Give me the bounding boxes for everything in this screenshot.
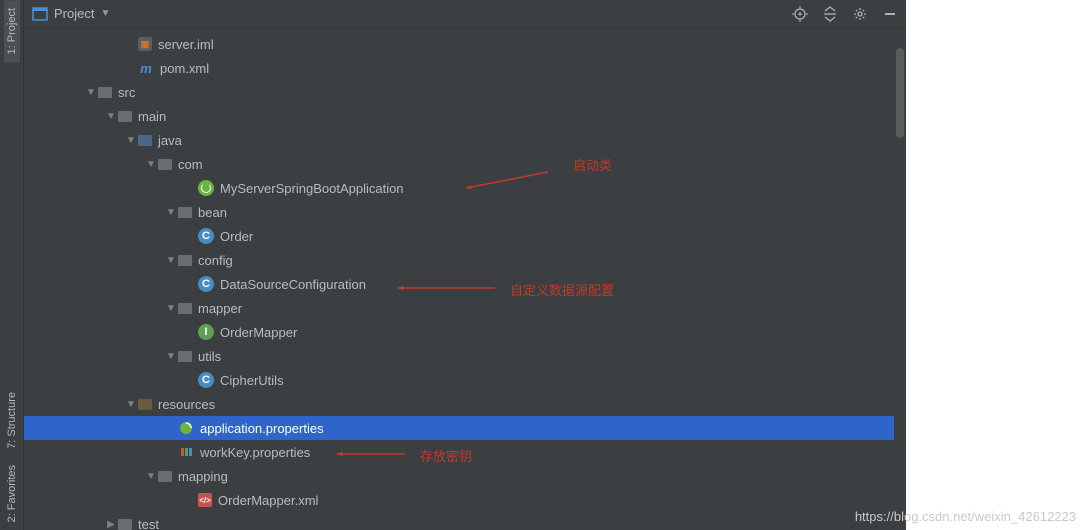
collapse-arrow-icon[interactable]: ▼ xyxy=(164,207,178,218)
tree-node-label: bean xyxy=(198,205,227,220)
sidebar-tab-structure[interactable]: 7: Structure xyxy=(4,384,20,457)
project-view-selector[interactable]: Project ▼ xyxy=(32,6,110,22)
sidebar-tab-label: 1: Project xyxy=(6,8,18,54)
tree-node-label: mapping xyxy=(178,469,228,484)
folder-icon xyxy=(158,159,172,170)
class-icon: C xyxy=(198,276,214,292)
watermark: https://blog.csdn.net/weixin_42612223 xyxy=(855,509,1076,524)
folder-icon xyxy=(118,519,132,530)
sidebar-tab-label: 7: Structure xyxy=(6,392,18,449)
tree-row[interactable]: ▼ main xyxy=(24,104,906,128)
tree-node-label: java xyxy=(158,133,182,148)
project-tree[interactable]: ▦server.imlmpom.xml▼src▼main▼java▼comMyS… xyxy=(24,28,906,530)
folder-icon xyxy=(178,303,192,314)
tree-node-label: OrderMapper xyxy=(220,325,297,340)
collapse-arrow-icon[interactable]: ▼ xyxy=(124,399,138,410)
tree-row[interactable]: C Order xyxy=(24,224,906,248)
folder-icon xyxy=(118,111,132,122)
sidebar-tab-project[interactable]: 1: Project xyxy=(4,0,20,62)
collapse-arrow-icon[interactable]: ▼ xyxy=(164,255,178,266)
scrollbar-thumb[interactable] xyxy=(896,48,904,138)
tree-node-label: CipherUtils xyxy=(220,373,284,388)
tree-row[interactable]: C CipherUtils xyxy=(24,368,906,392)
folder-icon xyxy=(98,87,112,98)
project-panel: Project ▼ ▦server.imlmpom.xml▼src▼main▼j… xyxy=(24,0,906,530)
target-icon[interactable] xyxy=(792,6,808,22)
tree-node-label: workKey.properties xyxy=(200,445,310,460)
tree-row[interactable]: ▼ mapping xyxy=(24,464,906,488)
tree-node-label: com xyxy=(178,157,203,172)
tree-node-label: mapper xyxy=(198,301,242,316)
collapse-arrow-icon[interactable]: ▼ xyxy=(164,303,178,314)
expand-arrow-icon[interactable]: ▶ xyxy=(104,519,118,530)
tree-row[interactable]: m pom.xml xyxy=(24,56,906,80)
spring-boot-icon xyxy=(198,180,214,196)
tree-node-label: application.properties xyxy=(200,421,324,436)
tree-node-label: config xyxy=(198,253,233,268)
tree-row[interactable]: application.properties xyxy=(24,416,906,440)
folder-icon xyxy=(178,255,192,266)
project-title: Project xyxy=(54,6,94,21)
tree-row[interactable]: ▼ config xyxy=(24,248,906,272)
tree-node-label: resources xyxy=(158,397,215,412)
tree-node-label: pom.xml xyxy=(160,61,209,76)
folder-icon xyxy=(178,207,192,218)
tree-row[interactable]: workKey.properties xyxy=(24,440,906,464)
sidebar-tab-label: 2: Favorites xyxy=(6,465,18,522)
tree-node-label: Order xyxy=(220,229,253,244)
interface-icon: I xyxy=(198,324,214,340)
tree-row[interactable]: ▶ test xyxy=(24,512,906,530)
collapse-arrow-icon[interactable]: ▼ xyxy=(104,111,118,122)
maven-icon: m xyxy=(138,60,154,76)
resources-folder-icon xyxy=(138,399,152,410)
collapse-arrow-icon[interactable]: ▼ xyxy=(84,87,98,98)
tree-row[interactable]: C DataSourceConfiguration xyxy=(24,272,906,296)
tree-node-label: test xyxy=(138,517,159,530)
tree-row[interactable]: I OrderMapper xyxy=(24,320,906,344)
tree-node-label: src xyxy=(118,85,135,100)
sidebar-tab-favorites[interactable]: 2: Favorites xyxy=(4,457,20,530)
tree-node-label: server.iml xyxy=(158,37,214,52)
tree-row[interactable]: ▦ server.iml xyxy=(24,32,906,56)
spring-properties-icon xyxy=(178,420,194,436)
collapse-arrow-icon[interactable]: ▼ xyxy=(124,135,138,146)
tree-row[interactable]: MyServerSpringBootApplication xyxy=(24,176,906,200)
gear-icon[interactable] xyxy=(852,6,868,22)
tree-row[interactable]: </> OrderMapper.xml xyxy=(24,488,906,512)
tree-row[interactable]: ▼ utils xyxy=(24,344,906,368)
class-icon: C xyxy=(198,228,214,244)
editor-empty-area xyxy=(906,0,1086,530)
project-icon xyxy=(32,6,48,22)
folder-icon xyxy=(178,351,192,362)
tree-row[interactable]: ▼ src xyxy=(24,80,906,104)
collapse-arrow-icon[interactable]: ▼ xyxy=(164,351,178,362)
properties-file-icon xyxy=(178,444,194,460)
class-icon: C xyxy=(198,372,214,388)
collapse-icon[interactable] xyxy=(822,6,838,22)
xml-file-icon: </> xyxy=(198,493,212,507)
left-gutter: 1: Project 7: Structure 2: Favorites xyxy=(0,0,24,530)
tree-row[interactable]: ▼ bean xyxy=(24,200,906,224)
folder-icon xyxy=(158,471,172,482)
tree-node-label: OrderMapper.xml xyxy=(218,493,318,508)
minimize-icon[interactable] xyxy=(882,6,898,22)
scrollbar[interactable] xyxy=(894,28,906,530)
tree-row[interactable]: ▼ java xyxy=(24,128,906,152)
tree-row[interactable]: ▼ resources xyxy=(24,392,906,416)
tree-node-label: utils xyxy=(198,349,221,364)
collapse-arrow-icon[interactable]: ▼ xyxy=(144,159,158,170)
tree-node-label: MyServerSpringBootApplication xyxy=(220,181,404,196)
project-toolbar: Project ▼ xyxy=(24,0,906,28)
tree-node-label: main xyxy=(138,109,166,124)
tree-row[interactable]: ▼ mapper xyxy=(24,296,906,320)
source-folder-icon xyxy=(138,135,152,146)
chevron-down-icon: ▼ xyxy=(100,8,110,19)
tree-node-label: DataSourceConfiguration xyxy=(220,277,366,292)
tree-row[interactable]: ▼ com xyxy=(24,152,906,176)
collapse-arrow-icon[interactable]: ▼ xyxy=(144,471,158,482)
iml-file-icon: ▦ xyxy=(138,37,152,51)
